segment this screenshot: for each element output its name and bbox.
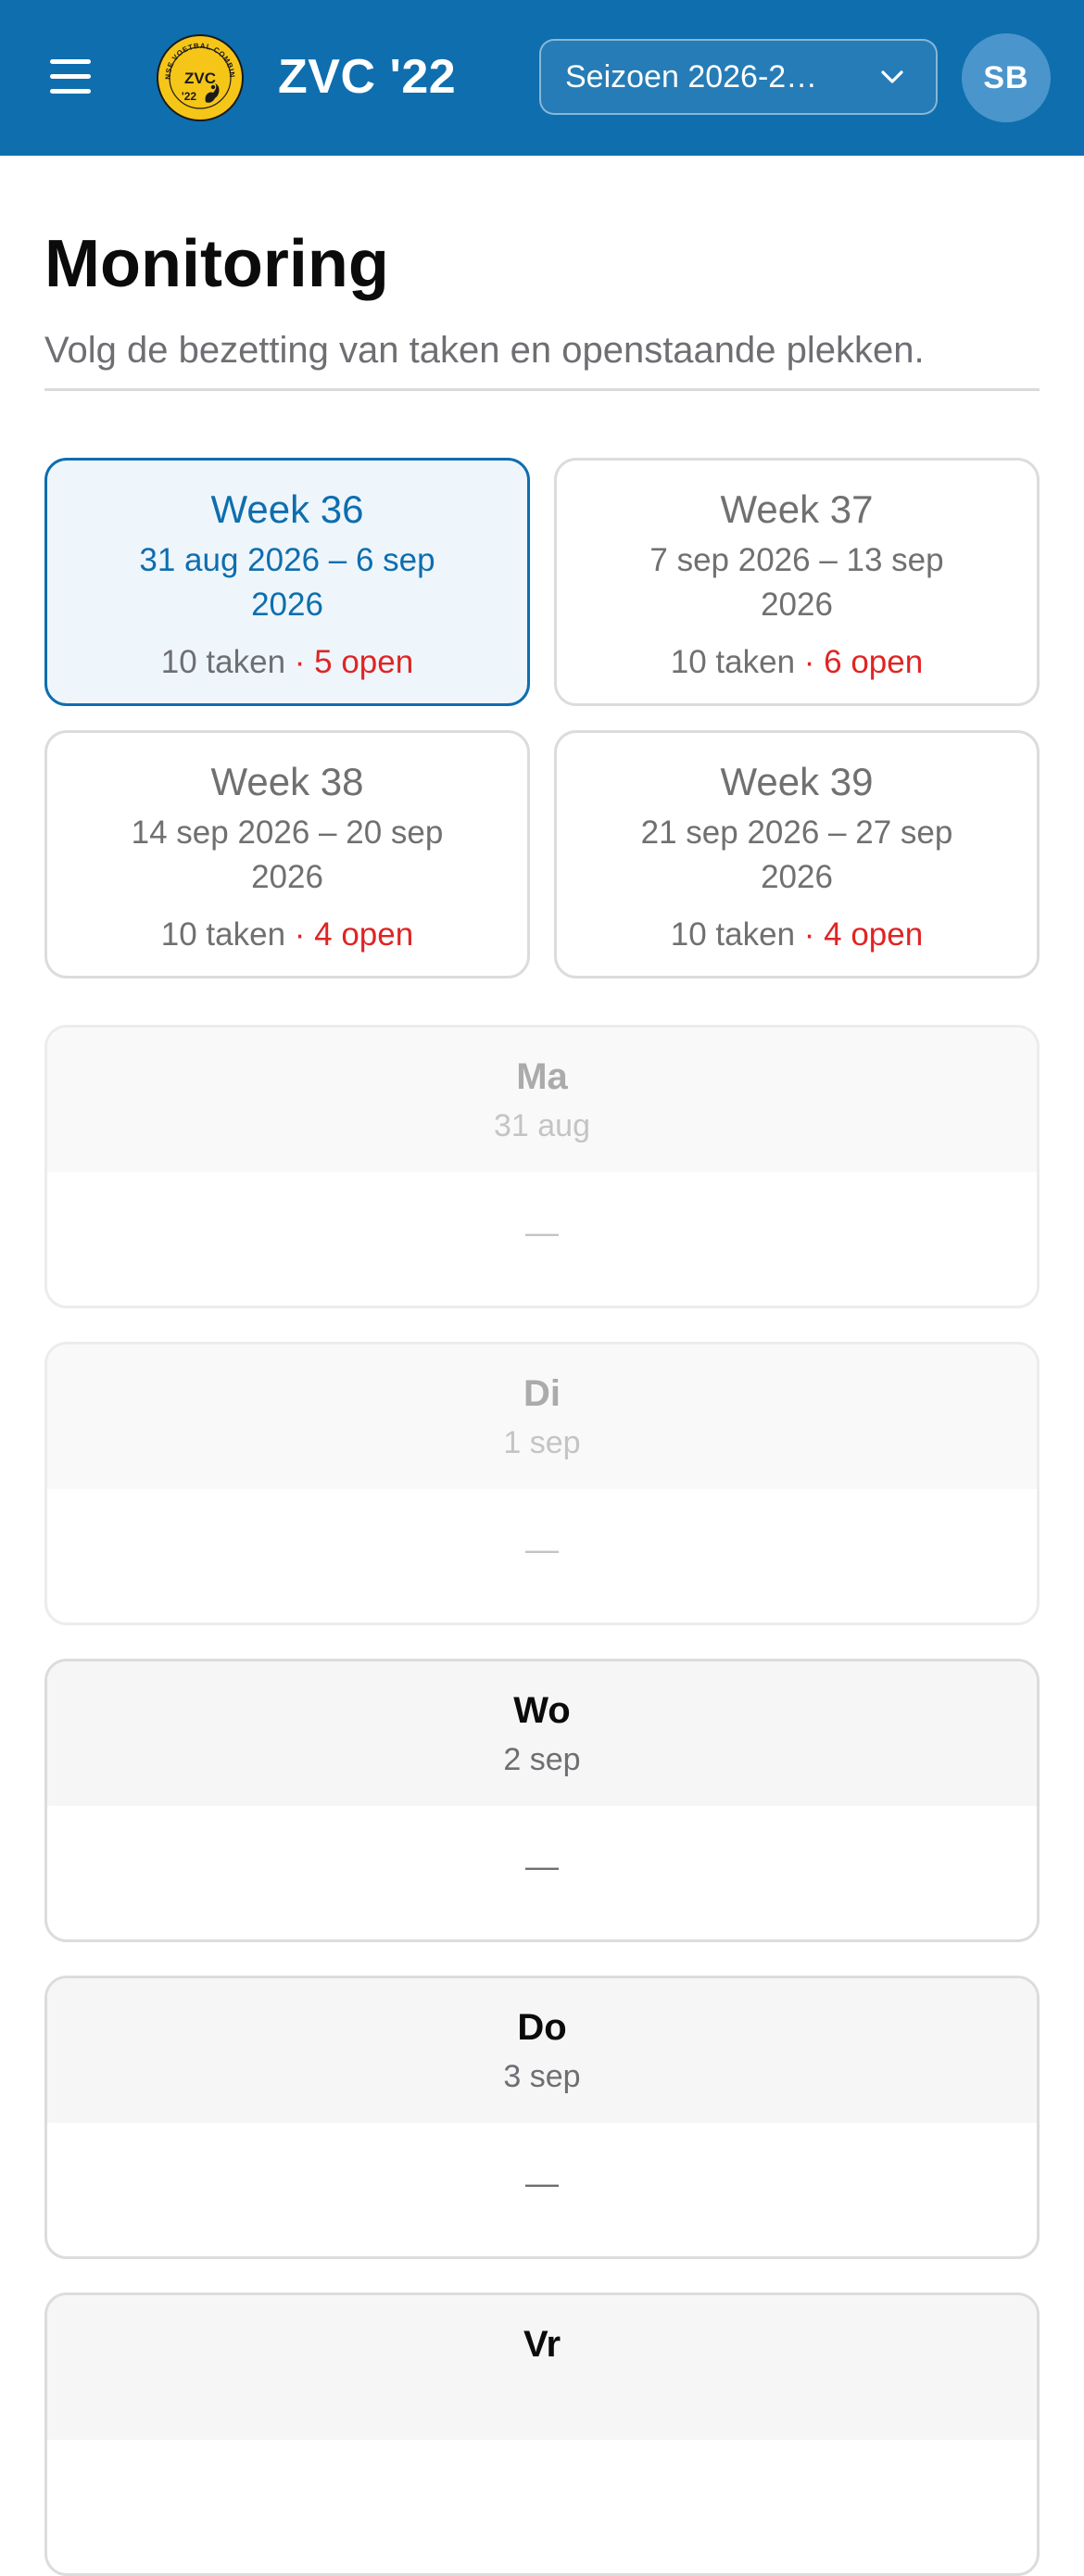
week-open-count: 4 open	[824, 916, 924, 953]
week-task-count: 10 taken	[670, 644, 796, 680]
title-divider	[44, 388, 1040, 391]
page-title: Monitoring	[44, 227, 389, 301]
day-card-vr: Vr	[44, 2292, 1040, 2576]
club-crest-icon[interactable]: ZAANSE VOETBAL COMBINATIE ZVC '22	[156, 33, 245, 122]
day-name: Ma	[516, 1056, 568, 1097]
week-task-count: 10 taken	[160, 916, 286, 953]
week-task-count: 10 taken	[160, 644, 286, 680]
week-stats-separator: ·	[285, 916, 315, 953]
day-name: Di	[523, 1373, 561, 1414]
week-stats: 10 taken · 5 open	[47, 642, 527, 683]
page-subtitle: Volg de bezetting van taken en openstaan…	[44, 330, 925, 371]
club-name[interactable]: ZVC '22	[278, 46, 456, 107]
week-title: Week 36	[210, 487, 364, 531]
day-empty-placeholder: —	[525, 1213, 559, 1251]
week-title: Week 37	[720, 487, 874, 531]
day-empty-placeholder: —	[525, 1530, 559, 1568]
day-name: Vr	[523, 2324, 561, 2365]
week-task-count: 10 taken	[670, 916, 796, 953]
day-card-ma: Ma 31 aug —	[44, 1025, 1040, 1308]
day-card-wo: Wo 2 sep —	[44, 1659, 1040, 1942]
week-stats-separator: ·	[795, 644, 825, 680]
week-open-count: 4 open	[314, 916, 414, 953]
menu-line	[50, 59, 91, 64]
week-stats-separator: ·	[285, 644, 315, 680]
logo-badge-text: ZVC	[184, 69, 216, 87]
season-select[interactable]: Seizoen 2026-2…	[539, 39, 938, 115]
week-date-range: 14 sep 2026 – 20 sep 2026	[131, 814, 444, 895]
week-stats: 10 taken · 6 open	[557, 642, 1037, 683]
day-header: Wo 2 sep	[47, 1661, 1037, 1806]
day-name: Do	[517, 2007, 567, 2048]
day-date: 31 aug	[494, 1108, 590, 1143]
day-empty-placeholder: —	[525, 2164, 559, 2202]
day-card-di: Di 1 sep —	[44, 1342, 1040, 1625]
week-stats: 10 taken · 4 open	[557, 915, 1037, 955]
week-card-37[interactable]: Week 37 7 sep 2026 – 13 sep 2026 10 take…	[554, 458, 1040, 706]
week-title: Week 39	[720, 760, 874, 803]
user-avatar[interactable]: SB	[962, 33, 1051, 122]
day-date: 3 sep	[503, 2059, 581, 2094]
week-date-range: 31 aug 2026 – 6 sep 2026	[139, 542, 435, 623]
week-open-count: 6 open	[824, 644, 924, 680]
logo-badge-subtext: '22	[182, 90, 197, 103]
day-date: 1 sep	[503, 1425, 581, 1460]
week-card-39[interactable]: Week 39 21 sep 2026 – 27 sep 2026 10 tak…	[554, 730, 1040, 979]
day-header: Vr	[47, 2295, 1037, 2440]
day-card-do: Do 3 sep —	[44, 1976, 1040, 2259]
day-empty-placeholder: —	[525, 1847, 559, 1885]
week-open-count: 5 open	[314, 644, 414, 680]
week-date-range: 7 sep 2026 – 13 sep 2026	[649, 542, 944, 623]
week-stats: 10 taken · 4 open	[47, 915, 527, 955]
chevron-down-icon	[881, 70, 903, 83]
day-date: 2 sep	[503, 1742, 581, 1777]
season-select-value: Seizoen 2026-2…	[565, 59, 818, 95]
day-name: Wo	[513, 1690, 571, 1731]
day-header: Ma 31 aug	[47, 1028, 1037, 1172]
week-date-range: 21 sep 2026 – 27 sep 2026	[640, 814, 953, 895]
top-app-bar: ZAANSE VOETBAL COMBINATIE ZVC '22 ZVC '2…	[0, 0, 1084, 156]
menu-line	[50, 74, 91, 79]
menu-line	[50, 89, 91, 94]
day-header: Di 1 sep	[47, 1345, 1037, 1489]
week-stats-separator: ·	[795, 916, 825, 953]
week-card-36[interactable]: Week 36 31 aug 2026 – 6 sep 2026 10 take…	[44, 458, 530, 706]
hamburger-menu-icon[interactable]	[46, 54, 98, 102]
week-card-38[interactable]: Week 38 14 sep 2026 – 20 sep 2026 10 tak…	[44, 730, 530, 979]
week-title: Week 38	[210, 760, 364, 803]
day-header: Do 3 sep	[47, 1978, 1037, 2123]
